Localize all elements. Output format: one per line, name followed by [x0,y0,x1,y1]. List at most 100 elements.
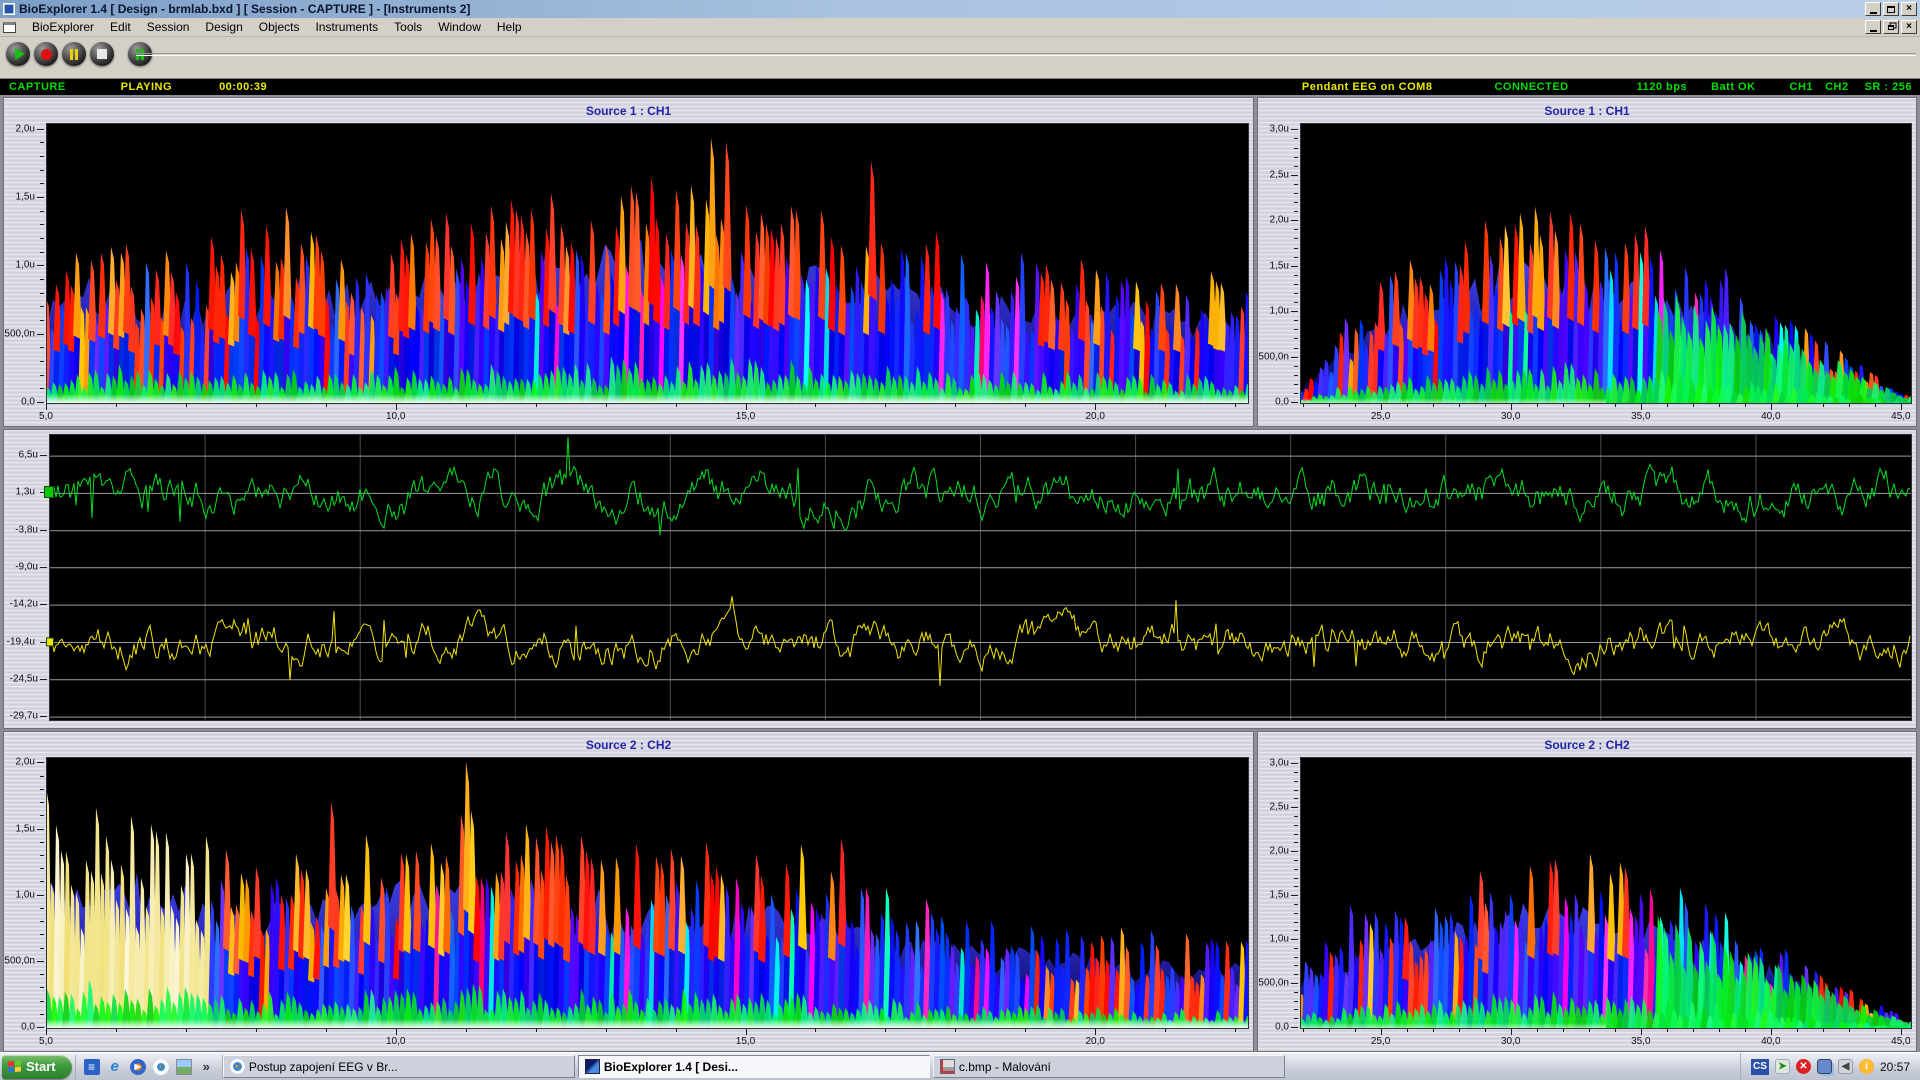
start-button[interactable]: Start [2,1055,72,1079]
y-tick [1294,257,1298,258]
y-tick-label: 0,0 [21,1022,35,1033]
play-button[interactable] [6,42,30,66]
menu-item-instruments[interactable]: Instruments [307,18,386,36]
x-tick [955,404,956,407]
close-button[interactable]: × [1901,2,1917,16]
taskbar-task-paint[interactable]: c.bmp - Malování [933,1055,1285,1078]
y-tick-label: 0,0 [1275,1022,1289,1033]
y-tick-label: 6,5u [19,450,38,461]
spectral-waterfall-svg [1301,758,1911,1028]
mdi-restore-button[interactable] [1883,20,1899,34]
y-tick [40,948,44,949]
minimize-icon [1870,12,1877,14]
x-tick [1615,1029,1616,1032]
x-tick [116,1029,117,1032]
spectrogram-plot[interactable] [1300,757,1912,1029]
x-tick [1485,1029,1486,1032]
y-tick-label: 500,0n [1258,978,1289,989]
pause-button[interactable] [62,42,86,66]
menu-item-design[interactable]: Design [197,18,250,36]
x-tick-label: 15,0 [736,1036,755,1047]
menu-item-objects[interactable]: Objects [251,18,308,36]
y-tick-label: -29,7u [10,711,38,722]
spectrogram-panel-source2-ch2-full[interactable]: Source 2 : CH2 0,0500,0n1,0u1,5u2,0u2,5u… [1257,731,1917,1052]
app-icon [3,3,15,15]
media-player-icon[interactable]: ▶ [130,1059,146,1075]
internet-explorer-icon[interactable]: e [107,1059,123,1075]
y-tick [1294,329,1298,330]
taskbar-task-bioexplorer[interactable]: BioExplorer 1.4 [ Desi... [578,1055,930,1078]
minimize-button[interactable] [1865,2,1881,16]
record-button[interactable] [34,42,58,66]
language-indicator[interactable]: CS [1751,1059,1769,1075]
network-icon[interactable] [1817,1059,1832,1074]
spectrogram-panel-source1-ch1-zoom[interactable]: Source 1 : CH1 0,0500,0n1,0u1,5u2,0u 5,0… [3,97,1254,427]
y-tick-label: 1,0u [1270,934,1289,945]
safely-remove-icon[interactable]: ➤ [1775,1059,1790,1074]
x-tick [1095,404,1096,410]
stop-button[interactable] [90,42,114,66]
spectrogram-panel-source1-ch1-full[interactable]: Source 1 : CH1 0,0500,0n1,0u1,5u2,0u2,5u… [1257,97,1917,427]
menu-item-help[interactable]: Help [489,18,530,36]
x-tick [885,404,886,407]
x-tick [536,1029,537,1032]
y-tick [40,530,47,531]
spectrogram-plot[interactable] [1300,123,1912,404]
x-tick [1407,1029,1408,1032]
y-tick [37,197,44,198]
y-tick [1294,904,1298,905]
mdi-close-button[interactable]: × [1901,20,1917,34]
y-tick [1294,790,1298,791]
x-axis: 25,030,035,040,045,0 [1300,404,1912,426]
menu-item-edit[interactable]: Edit [102,18,139,36]
x-tick [1745,1029,1746,1032]
y-tick [1294,248,1298,249]
x-tick [1485,404,1486,407]
y-tick [1294,860,1298,861]
spectrogram-plot[interactable] [46,123,1249,404]
security-shield-icon[interactable]: ✕ [1796,1059,1811,1074]
update-info-icon[interactable]: i [1859,1059,1874,1074]
task-label: c.bmp - Malování [959,1060,1051,1074]
y-axis: 0,0500,0n1,0u1,5u2,0u [4,757,46,1029]
quick-launch-overflow-chevron[interactable]: » [199,1059,214,1074]
maximize-button[interactable] [1883,2,1899,16]
y-tick [40,388,44,389]
menu-item-window[interactable]: Window [430,18,489,36]
task-label: BioExplorer 1.4 [ Desi... [604,1060,738,1074]
y-tick [1294,293,1298,294]
x-tick-label: 25,0 [1371,1036,1390,1047]
spectrogram-plot[interactable] [46,757,1249,1029]
menu-item-session[interactable]: Session [139,18,198,36]
x-tick [1667,1029,1668,1032]
menu-item-bioexplorer[interactable]: BioExplorer [24,18,102,36]
mdi-child-icon[interactable] [3,22,16,33]
image-viewer-icon[interactable] [176,1059,192,1075]
y-tick [40,802,44,803]
oscilloscope-plot[interactable] [49,434,1912,721]
oscilloscope-panel-raw-eeg[interactable]: 6,5u1,3u-3,8u-9,0u-14,2u-19,4u-24,5u-29,… [3,429,1917,729]
x-axis: 5,010,015,020,0 [46,1029,1249,1051]
chrome-icon[interactable] [153,1059,169,1075]
x-tick [1537,1029,1538,1032]
mdi-minimize-button[interactable] [1865,20,1881,34]
volume-icon[interactable]: ◀ [1838,1059,1853,1074]
taskbar-task-browser[interactable]: Postup zapojení EEG v Br... [223,1055,575,1078]
x-tick [1537,404,1538,407]
y-tick [40,881,44,882]
y-tick [1291,939,1298,940]
spectral-waterfall-svg [47,758,1248,1028]
start-label: Start [26,1059,56,1074]
y-tick [1294,348,1298,349]
status-ch2: CH2 [1825,81,1849,93]
y-tick-label: 2,0u [16,123,35,134]
menu-item-tools[interactable]: Tools [386,18,430,36]
y-tick [1294,1001,1298,1002]
document-icon[interactable]: ≡ [84,1059,100,1075]
y-tick [40,238,44,239]
y-tick [1294,384,1298,385]
y-tick [40,567,47,568]
y-tick [1294,338,1298,339]
spectrogram-panel-source2-ch2-zoom[interactable]: Source 2 : CH2 0,0500,0n1,0u1,5u2,0u 5,0… [3,731,1254,1052]
window-titlebar[interactable]: BioExplorer 1.4 [ Design - brmlab.bxd ] … [0,0,1920,18]
